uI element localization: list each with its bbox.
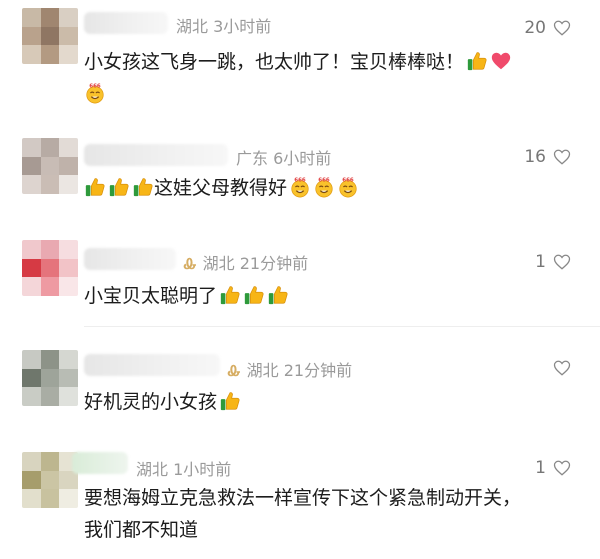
avatar[interactable] [22,8,78,64]
thumbs-up-icon [84,176,106,198]
comment-text: 小女孩这飞身一跳，也太帅了！宝贝棒棒哒！ [84,46,580,110]
timestamp: 6小时前 [273,149,332,168]
comment-meta: Ꮂ 湖北 21分钟前 [228,357,352,381]
comment-text-line: 我们都不知道 [84,519,199,541]
comment-meta: 广东 6小时前 [236,145,331,169]
timestamp: 3小时前 [213,17,272,36]
avatar[interactable] [22,452,78,508]
avatar[interactable] [22,240,78,296]
666-laugh-icon [84,82,106,104]
heart-icon[interactable] [552,459,572,477]
like-count: 1 [535,252,546,272]
like-button[interactable]: 20 [524,18,572,38]
location-label: 湖北 [246,361,279,380]
heart-icon[interactable] [552,19,572,37]
avatar[interactable] [22,350,78,406]
like-button[interactable] [546,359,572,377]
thumbs-up-icon [219,390,241,412]
like-button[interactable]: 1 [535,458,572,478]
like-button[interactable]: 16 [524,147,572,167]
like-count: 1 [535,458,546,478]
comment-text: 这娃父母教得好 [84,172,580,204]
vip-badge-icon: Ꮂ [228,362,241,380]
location-label: 湖北 [202,254,235,273]
timestamp: 21分钟前 [239,254,309,273]
666-laugh-icon [313,176,335,198]
666-laugh-icon [289,176,311,198]
timestamp: 21分钟前 [283,361,353,380]
username-blurred[interactable] [84,12,168,34]
666-laugh-icon [337,176,359,198]
location-label: 广东 [236,149,269,168]
like-count: 16 [524,147,546,167]
username-blurred[interactable] [84,248,176,270]
username-blurred[interactable] [84,354,220,376]
heart-icon [490,50,512,72]
comment-text-line: 要想海姆立克急救法一样宣传下这个紧急制动开关， [84,487,522,509]
thumbs-up-icon [219,284,241,306]
divider [84,326,600,327]
heart-icon[interactable] [552,253,572,271]
thumbs-up-icon [267,284,289,306]
like-count: 20 [524,18,546,38]
comment-meta: 湖北 1小时前 [136,456,231,480]
comment-meta: 湖北 3小时前 [176,13,271,37]
heart-icon[interactable] [552,148,572,166]
thumbs-up-icon [466,50,488,72]
comment-text: 好机灵的小女孩 [84,386,580,418]
username-blurred[interactable] [84,144,228,166]
heart-icon[interactable] [552,359,572,377]
avatar[interactable] [22,138,78,194]
like-button[interactable]: 1 [535,252,572,272]
comment-text: 小宝贝太聪明了 [84,280,580,312]
location-label: 湖北 [136,460,169,479]
comment-text: 要想海姆立克急救法一样宣传下这个紧急制动开关， 我们都不知道 [84,482,580,546]
thumbs-up-icon [132,176,154,198]
timestamp: 1小时前 [173,460,232,479]
thumbs-up-icon [108,176,130,198]
comment-meta: Ꮂ 湖北 21分钟前 [184,250,308,274]
vip-badge-icon: Ꮂ [184,255,197,273]
username-blurred[interactable] [72,452,128,474]
location-label: 湖北 [176,17,209,36]
thumbs-up-icon [243,284,265,306]
